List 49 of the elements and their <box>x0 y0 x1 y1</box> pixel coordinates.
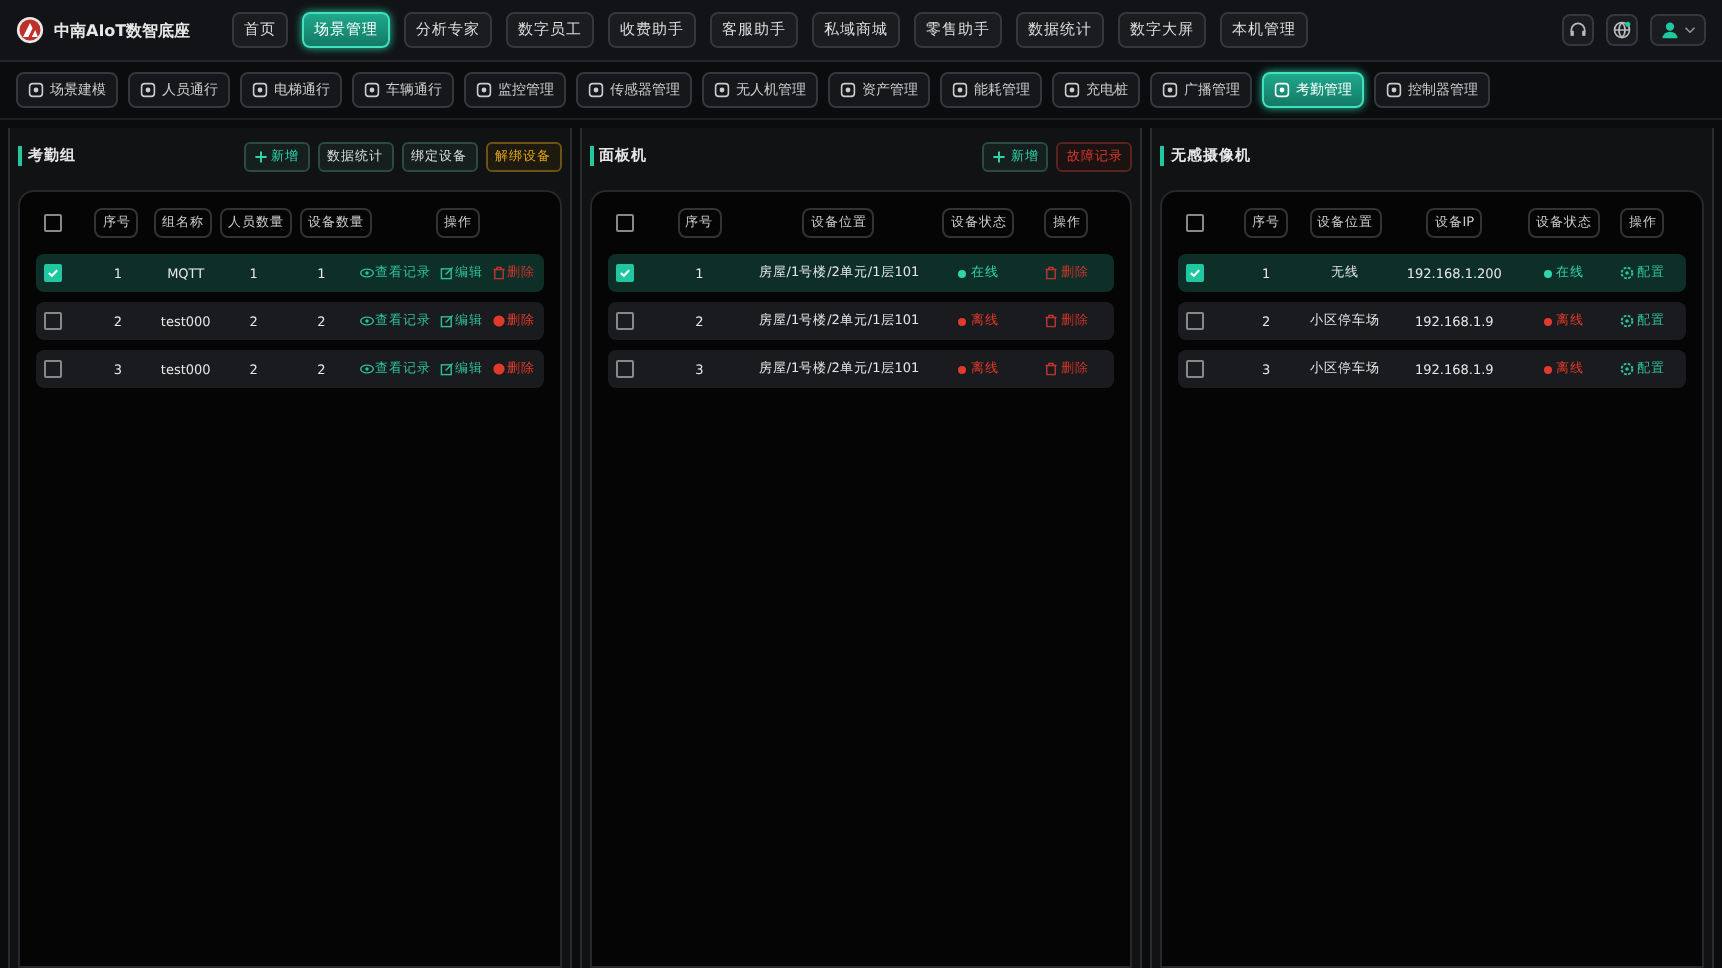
settings-icon <box>1620 314 1635 328</box>
module-icon <box>588 82 604 98</box>
module-icon <box>364 82 380 98</box>
plus-icon <box>253 149 268 163</box>
trash-icon <box>1044 314 1059 328</box>
globe-icon[interactable] <box>1606 14 1638 46</box>
row-checkbox[interactable] <box>44 264 62 282</box>
module-icon <box>1064 82 1080 98</box>
eye-icon <box>359 314 374 328</box>
select-all-checkbox[interactable] <box>615 213 634 231</box>
module-icon <box>952 82 968 98</box>
caret-icon <box>1684 24 1696 36</box>
settings-icon <box>1620 266 1635 280</box>
eye-icon <box>359 362 374 376</box>
app-title: 中南AIoT数智底座 <box>54 19 191 41</box>
module-icon <box>714 82 730 98</box>
row-checkbox[interactable] <box>44 360 62 378</box>
trash-icon <box>1044 362 1059 376</box>
row-checkbox[interactable] <box>1186 360 1205 378</box>
user-icon <box>1660 20 1680 40</box>
module-icon <box>1386 82 1402 98</box>
trash-icon <box>491 266 506 280</box>
module-icon <box>1274 82 1290 98</box>
dot-icon <box>491 362 506 376</box>
headset-icon[interactable] <box>1562 14 1594 46</box>
row-checkbox[interactable] <box>615 360 634 378</box>
row-checkbox[interactable] <box>1186 312 1205 330</box>
edit-icon <box>439 362 454 376</box>
row-checkbox[interactable] <box>615 264 634 282</box>
plus-icon <box>992 149 1007 163</box>
edit-icon <box>439 266 454 280</box>
module-icon <box>1162 82 1178 98</box>
eye-icon <box>359 266 374 280</box>
module-icon <box>840 82 856 98</box>
edit-icon <box>439 314 454 328</box>
module-icon <box>252 82 268 98</box>
row-checkbox[interactable] <box>44 312 62 330</box>
dot-icon <box>491 314 506 328</box>
select-all-checkbox[interactable] <box>1186 213 1205 231</box>
module-icon <box>476 82 492 98</box>
module-icon <box>28 82 44 98</box>
select-all-checkbox[interactable] <box>44 213 62 231</box>
logo-icon <box>16 16 44 44</box>
row-checkbox[interactable] <box>1186 264 1205 282</box>
settings-icon <box>1620 362 1635 376</box>
user-menu[interactable] <box>1650 14 1706 46</box>
trash-icon <box>1044 266 1059 280</box>
module-icon <box>140 82 156 98</box>
row-checkbox[interactable] <box>615 312 634 330</box>
